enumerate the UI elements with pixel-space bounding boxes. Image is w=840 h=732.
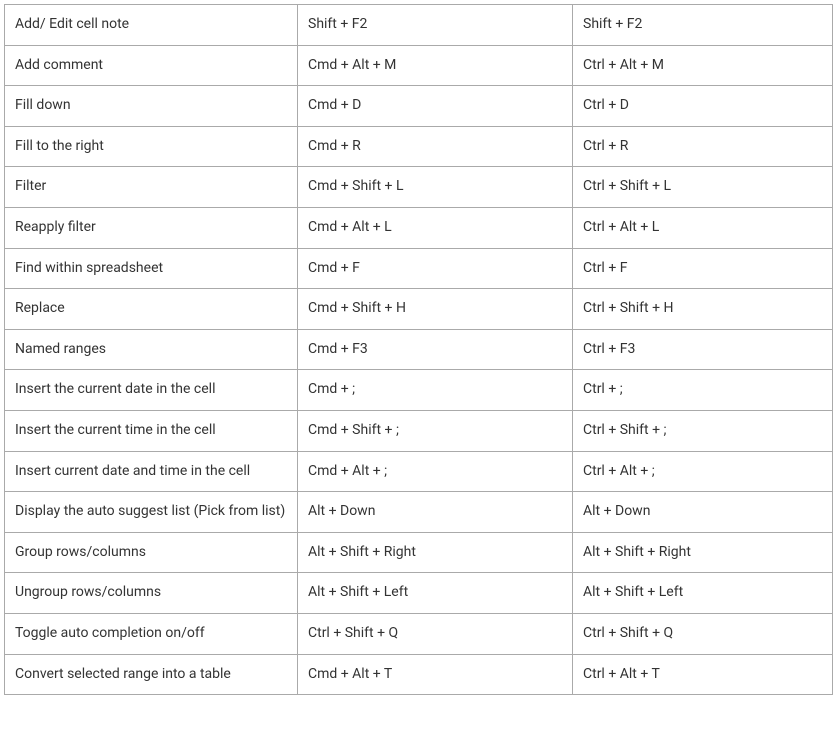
table-row: Fill to the rightCmd + RCtrl + R bbox=[5, 126, 833, 167]
table-row: Add/ Edit cell noteShift + F2Shift + F2 bbox=[5, 5, 833, 46]
mac-shortcut-cell: Alt + Shift + Right bbox=[298, 532, 573, 573]
table-row: Ungroup rows/columnsAlt + Shift + LeftAl… bbox=[5, 573, 833, 614]
mac-shortcut-cell: Alt + Down bbox=[298, 492, 573, 533]
win-shortcut-cell: Ctrl + F3 bbox=[573, 329, 833, 370]
mac-shortcut-cell: Ctrl + Shift + Q bbox=[298, 613, 573, 654]
action-cell: Insert the current time in the cell bbox=[5, 410, 298, 451]
win-shortcut-cell: Ctrl + Shift + H bbox=[573, 289, 833, 330]
action-cell: Named ranges bbox=[5, 329, 298, 370]
table-row: Group rows/columnsAlt + Shift + RightAlt… bbox=[5, 532, 833, 573]
shortcuts-tbody: Add/ Edit cell noteShift + F2Shift + F2 … bbox=[5, 5, 833, 695]
mac-shortcut-cell: Cmd + D bbox=[298, 86, 573, 127]
action-cell: Ungroup rows/columns bbox=[5, 573, 298, 614]
action-cell: Insert current date and time in the cell bbox=[5, 451, 298, 492]
table-row: Display the auto suggest list (Pick from… bbox=[5, 492, 833, 533]
mac-shortcut-cell: Cmd + R bbox=[298, 126, 573, 167]
table-row: Fill downCmd + DCtrl + D bbox=[5, 86, 833, 127]
table-row: Toggle auto completion on/offCtrl + Shif… bbox=[5, 613, 833, 654]
table-row: Insert the current date in the cellCmd +… bbox=[5, 370, 833, 411]
win-shortcut-cell: Ctrl + Shift + Q bbox=[573, 613, 833, 654]
win-shortcut-cell: Alt + Down bbox=[573, 492, 833, 533]
table-row: Named rangesCmd + F3Ctrl + F3 bbox=[5, 329, 833, 370]
mac-shortcut-cell: Cmd + Alt + ; bbox=[298, 451, 573, 492]
action-cell: Group rows/columns bbox=[5, 532, 298, 573]
table-row: ReplaceCmd + Shift + HCtrl + Shift + H bbox=[5, 289, 833, 330]
action-cell: Add comment bbox=[5, 45, 298, 86]
table-row: Reapply filterCmd + Alt + LCtrl + Alt + … bbox=[5, 207, 833, 248]
win-shortcut-cell: Ctrl + F bbox=[573, 248, 833, 289]
mac-shortcut-cell: Cmd + Shift + H bbox=[298, 289, 573, 330]
win-shortcut-cell: Ctrl + ; bbox=[573, 370, 833, 411]
action-cell: Find within spreadsheet bbox=[5, 248, 298, 289]
table-row: Insert current date and time in the cell… bbox=[5, 451, 833, 492]
win-shortcut-cell: Ctrl + R bbox=[573, 126, 833, 167]
action-cell: Toggle auto completion on/off bbox=[5, 613, 298, 654]
table-row: Add commentCmd + Alt + MCtrl + Alt + M bbox=[5, 45, 833, 86]
mac-shortcut-cell: Cmd + Shift + L bbox=[298, 167, 573, 208]
table-row: Convert selected range into a tableCmd +… bbox=[5, 654, 833, 695]
action-cell: Convert selected range into a table bbox=[5, 654, 298, 695]
table-row: FilterCmd + Shift + LCtrl + Shift + L bbox=[5, 167, 833, 208]
mac-shortcut-cell: Cmd + Alt + L bbox=[298, 207, 573, 248]
mac-shortcut-cell: Shift + F2 bbox=[298, 5, 573, 46]
shortcuts-table: Add/ Edit cell noteShift + F2Shift + F2 … bbox=[4, 4, 833, 695]
mac-shortcut-cell: Cmd + F3 bbox=[298, 329, 573, 370]
action-cell: Add/ Edit cell note bbox=[5, 5, 298, 46]
win-shortcut-cell: Shift + F2 bbox=[573, 5, 833, 46]
table-row: Insert the current time in the cellCmd +… bbox=[5, 410, 833, 451]
action-cell: Replace bbox=[5, 289, 298, 330]
win-shortcut-cell: Alt + Shift + Right bbox=[573, 532, 833, 573]
win-shortcut-cell: Ctrl + Shift + L bbox=[573, 167, 833, 208]
mac-shortcut-cell: Cmd + F bbox=[298, 248, 573, 289]
action-cell: Fill to the right bbox=[5, 126, 298, 167]
mac-shortcut-cell: Cmd + Shift + ; bbox=[298, 410, 573, 451]
mac-shortcut-cell: Cmd + ; bbox=[298, 370, 573, 411]
win-shortcut-cell: Ctrl + Alt + M bbox=[573, 45, 833, 86]
win-shortcut-cell: Alt + Shift + Left bbox=[573, 573, 833, 614]
win-shortcut-cell: Ctrl + Alt + ; bbox=[573, 451, 833, 492]
win-shortcut-cell: Ctrl + Alt + L bbox=[573, 207, 833, 248]
action-cell: Reapply filter bbox=[5, 207, 298, 248]
action-cell: Display the auto suggest list (Pick from… bbox=[5, 492, 298, 533]
table-row: Find within spreadsheetCmd + FCtrl + F bbox=[5, 248, 833, 289]
win-shortcut-cell: Ctrl + D bbox=[573, 86, 833, 127]
mac-shortcut-cell: Cmd + Alt + M bbox=[298, 45, 573, 86]
win-shortcut-cell: Ctrl + Alt + T bbox=[573, 654, 833, 695]
mac-shortcut-cell: Alt + Shift + Left bbox=[298, 573, 573, 614]
action-cell: Fill down bbox=[5, 86, 298, 127]
action-cell: Insert the current date in the cell bbox=[5, 370, 298, 411]
mac-shortcut-cell: Cmd + Alt + T bbox=[298, 654, 573, 695]
action-cell: Filter bbox=[5, 167, 298, 208]
win-shortcut-cell: Ctrl + Shift + ; bbox=[573, 410, 833, 451]
